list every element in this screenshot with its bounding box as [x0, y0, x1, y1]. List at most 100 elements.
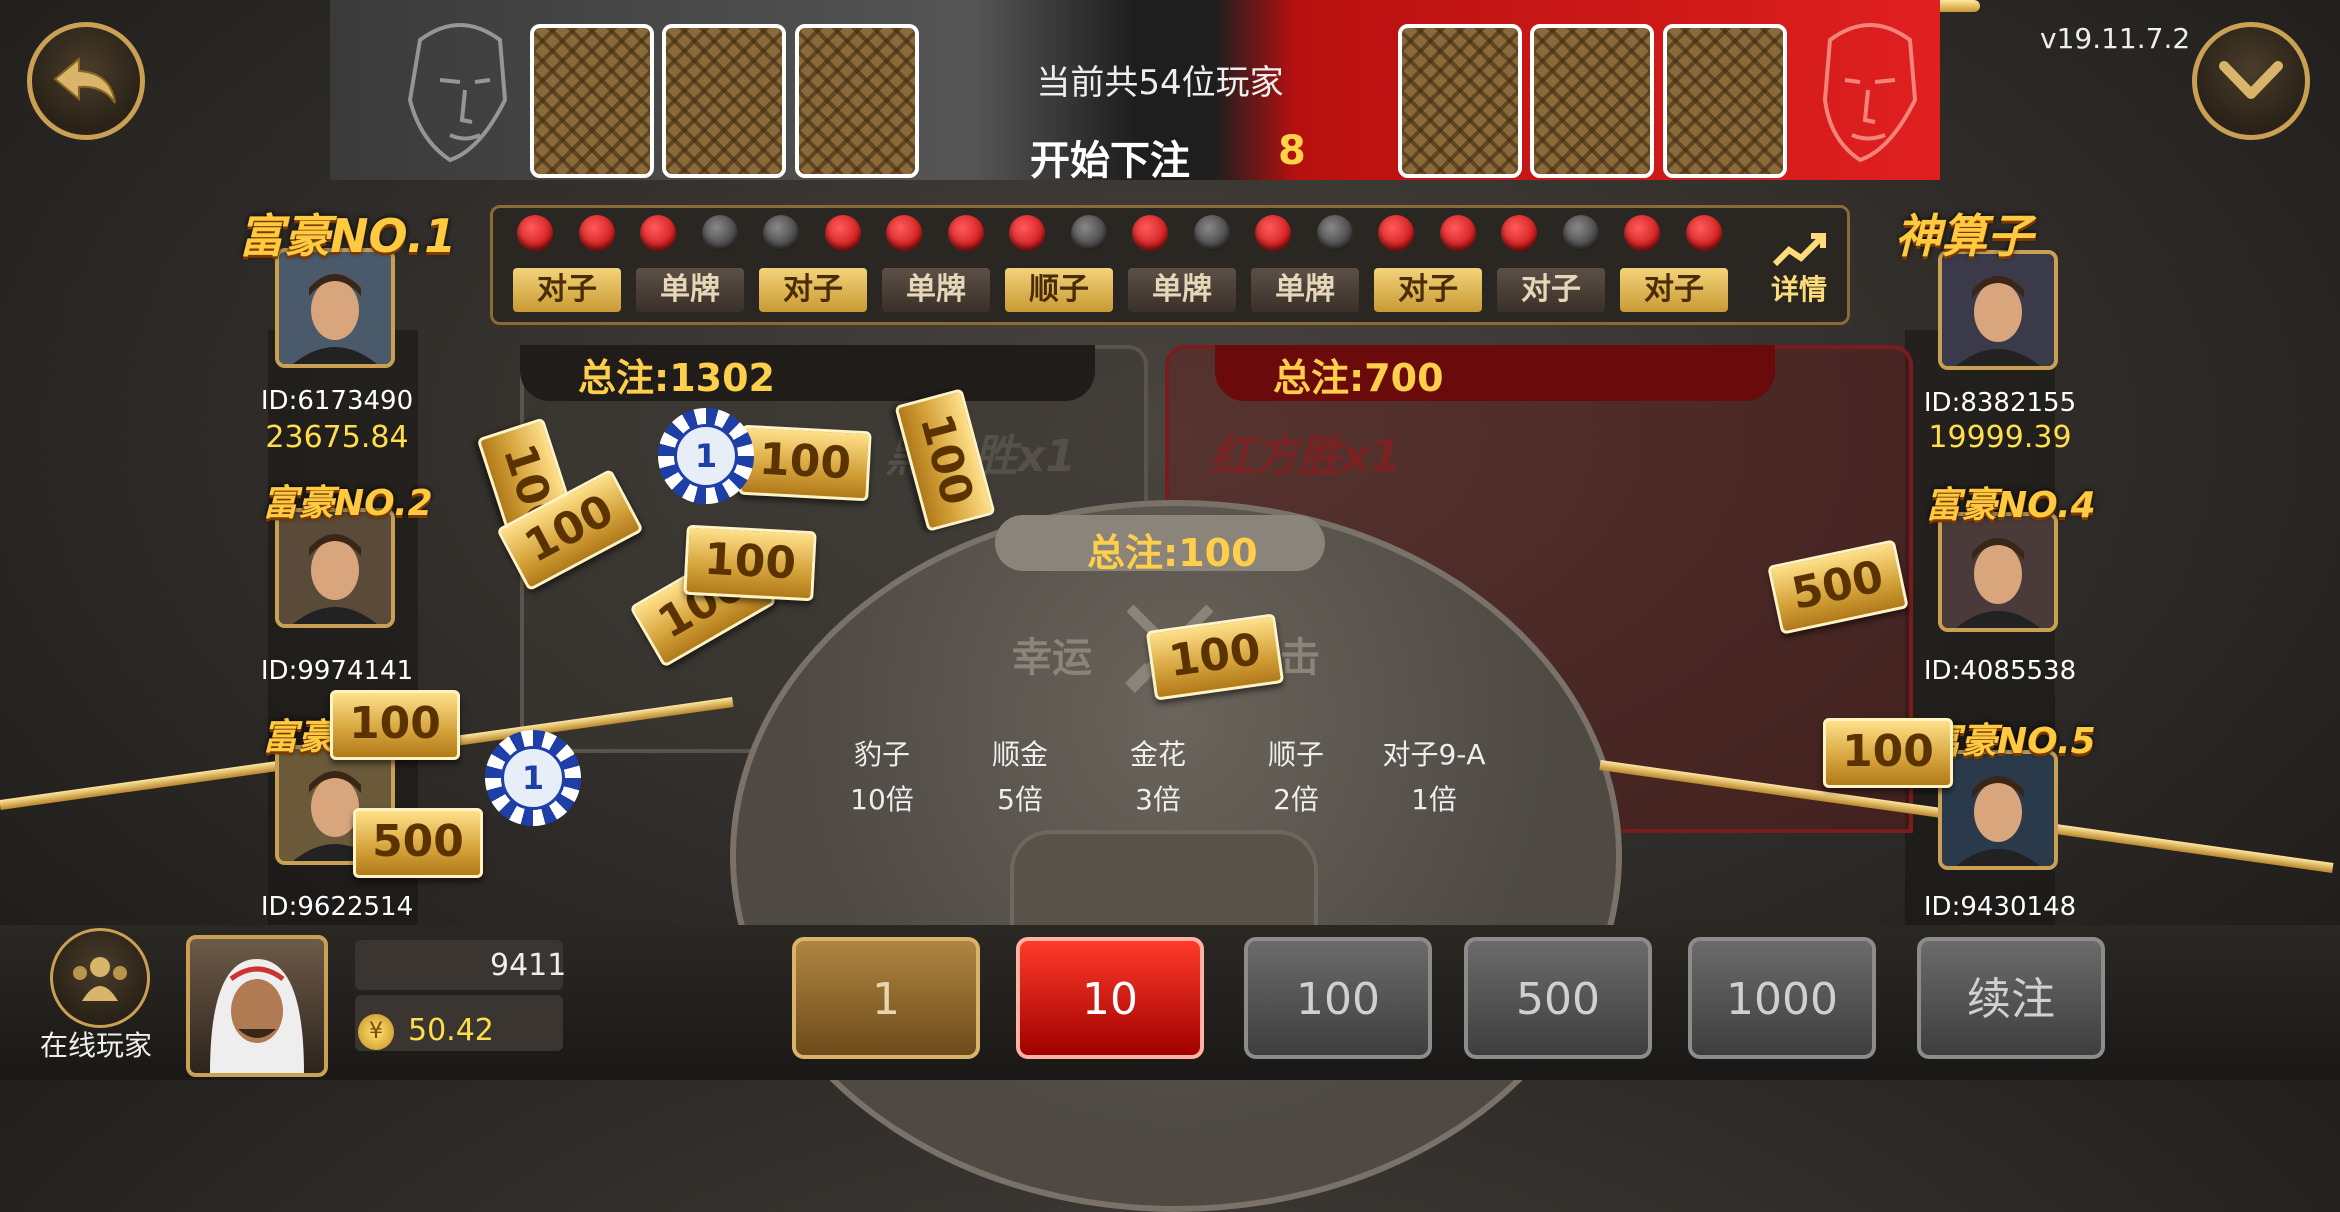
player-rank-title: 富豪NO.1 [238, 209, 457, 263]
back-button[interactable] [27, 22, 145, 140]
history-hand-tag: 单牌 [1251, 268, 1359, 312]
history-dot-red [1624, 215, 1660, 251]
player-avatar-right-3[interactable] [1938, 750, 2058, 870]
odds-multiplier: 1倍 [1411, 783, 1457, 816]
player-id: ID:9430148 [1923, 892, 2077, 922]
back-arrow-icon [53, 56, 116, 104]
odds-name: 豹子 [853, 738, 910, 771]
trend-chart-icon [1772, 233, 1826, 267]
history-dot-red [824, 215, 861, 251]
betting-status: 开始下注 [1030, 138, 1190, 184]
player-id: ID:6173490 [260, 386, 414, 416]
bet-amount-button[interactable]: 1000 [1688, 937, 1876, 1059]
history-hand-tag: 对子 [1374, 268, 1482, 312]
player-avatar-right-1[interactable] [1938, 250, 2058, 370]
rebet-button[interactable]: 续注 [1917, 937, 2105, 1059]
history-hand-tag: 对子 [513, 268, 621, 312]
player-portrait-icon [1942, 516, 2054, 628]
bet-amount-button[interactable]: 1 [792, 937, 980, 1059]
lucky-label-left: 幸运 [1012, 635, 1092, 681]
history-hand-tag: 单牌 [1128, 268, 1236, 312]
self-avatar [186, 935, 328, 1077]
player-score: 23675.84 [265, 420, 409, 455]
coin-icon: ¥ [358, 1014, 394, 1050]
history-dot-red [1009, 215, 1045, 251]
lucky-total: 总注:100 [1087, 531, 1258, 575]
player-id: ID:4085538 [1923, 656, 2077, 686]
odds-name: 金花 [1129, 738, 1186, 771]
menu-dropdown-button[interactable] [2192, 22, 2310, 140]
history-hand-tag: 对子 [1497, 268, 1605, 312]
history-dot-red [1685, 215, 1722, 251]
history-dot-black [1316, 215, 1353, 251]
player-id: ID:8382155 [1923, 388, 2077, 418]
history-hand-tag: 单牌 [636, 268, 744, 312]
history-hand-tag: 对子 [1620, 268, 1728, 312]
history-hand-tag: 对子 [759, 268, 867, 312]
history-dot-red [1501, 215, 1537, 251]
online-players-label: 在线玩家 [40, 1029, 153, 1062]
odds-multiplier: 3倍 [1135, 783, 1181, 816]
bet-bill: 100 [738, 424, 872, 502]
history-dot-black [763, 215, 799, 251]
king-face-left-icon [407, 23, 508, 163]
odds-multiplier: 2倍 [1273, 783, 1319, 816]
detail-button[interactable]: 详情 [1755, 218, 1843, 314]
history-dot-red [517, 215, 553, 251]
chevron-down-icon [2219, 61, 2283, 99]
balance-value: 50.42 [408, 1013, 494, 1048]
odds-name: 顺子 [1267, 738, 1324, 771]
history-dot-red [1378, 215, 1414, 251]
history-dot-red [947, 215, 984, 251]
history-dot-black [701, 215, 738, 251]
bet-bill: 100 [1823, 718, 1953, 788]
group-icon [73, 957, 127, 1001]
bet-bill: 100 [330, 690, 460, 760]
player-rank-title: 富豪NO.2 [262, 483, 433, 524]
player-avatar-left-1[interactable] [275, 248, 395, 368]
player-id: ID:9622514 [260, 892, 414, 922]
player-portrait-icon [1942, 254, 2054, 366]
history-dot-red [1255, 215, 1291, 251]
odds-name: 对子9-A [1382, 738, 1486, 771]
history-dot-red [640, 215, 676, 251]
online-players-button[interactable] [50, 928, 150, 1028]
odds-name: 顺金 [991, 738, 1048, 771]
chip-value: 1 [501, 746, 565, 810]
bet-bill: 100 [683, 524, 817, 602]
odds-multiplier: 10倍 [850, 783, 914, 816]
version-label: v19.11.7.2 [2040, 22, 2191, 55]
black-card-3 [795, 24, 919, 178]
red-card-3 [1663, 24, 1787, 178]
history-hand-tag: 单牌 [882, 268, 990, 312]
history-dot-red [1132, 215, 1168, 251]
countdown-timer: 8 [1278, 128, 1306, 174]
player-portrait-icon [279, 252, 391, 364]
player-avatar-left-2[interactable] [275, 508, 395, 628]
arab-man-avatar-icon [210, 959, 304, 1073]
bet-amount-button[interactable]: 100 [1244, 937, 1432, 1059]
lucky-label-right: 击 [1280, 635, 1320, 681]
odds-multiplier: 5倍 [997, 783, 1043, 816]
history-dot-red [578, 215, 615, 251]
history-dot-black [1562, 215, 1599, 251]
history-hand-tag: 顺子 [1005, 268, 1113, 312]
history-dot-red [886, 215, 922, 251]
history-dot-black [1193, 215, 1230, 251]
player-avatar-right-2[interactable] [1938, 512, 2058, 632]
detail-label: 详情 [1770, 273, 1827, 306]
history-dot-black [1070, 215, 1107, 251]
players-count: 当前共54位玩家 [1036, 63, 1284, 103]
bet-amount-button[interactable]: 10 [1016, 937, 1204, 1059]
bet-chip: 1 [485, 730, 581, 826]
player-score: 19999.39 [1928, 420, 2072, 455]
black-card-2 [662, 24, 786, 178]
bet-bill: 500 [353, 808, 483, 878]
chip-value: 1 [674, 424, 738, 488]
black-total: 总注:1302 [578, 356, 775, 400]
player-portrait-icon [279, 512, 391, 624]
bet-amount-button[interactable]: 500 [1464, 937, 1652, 1059]
player-rank-title: 神算子 [1895, 209, 2033, 263]
history-dot-red [1439, 215, 1476, 251]
player-id: ID:9974141 [260, 656, 414, 686]
